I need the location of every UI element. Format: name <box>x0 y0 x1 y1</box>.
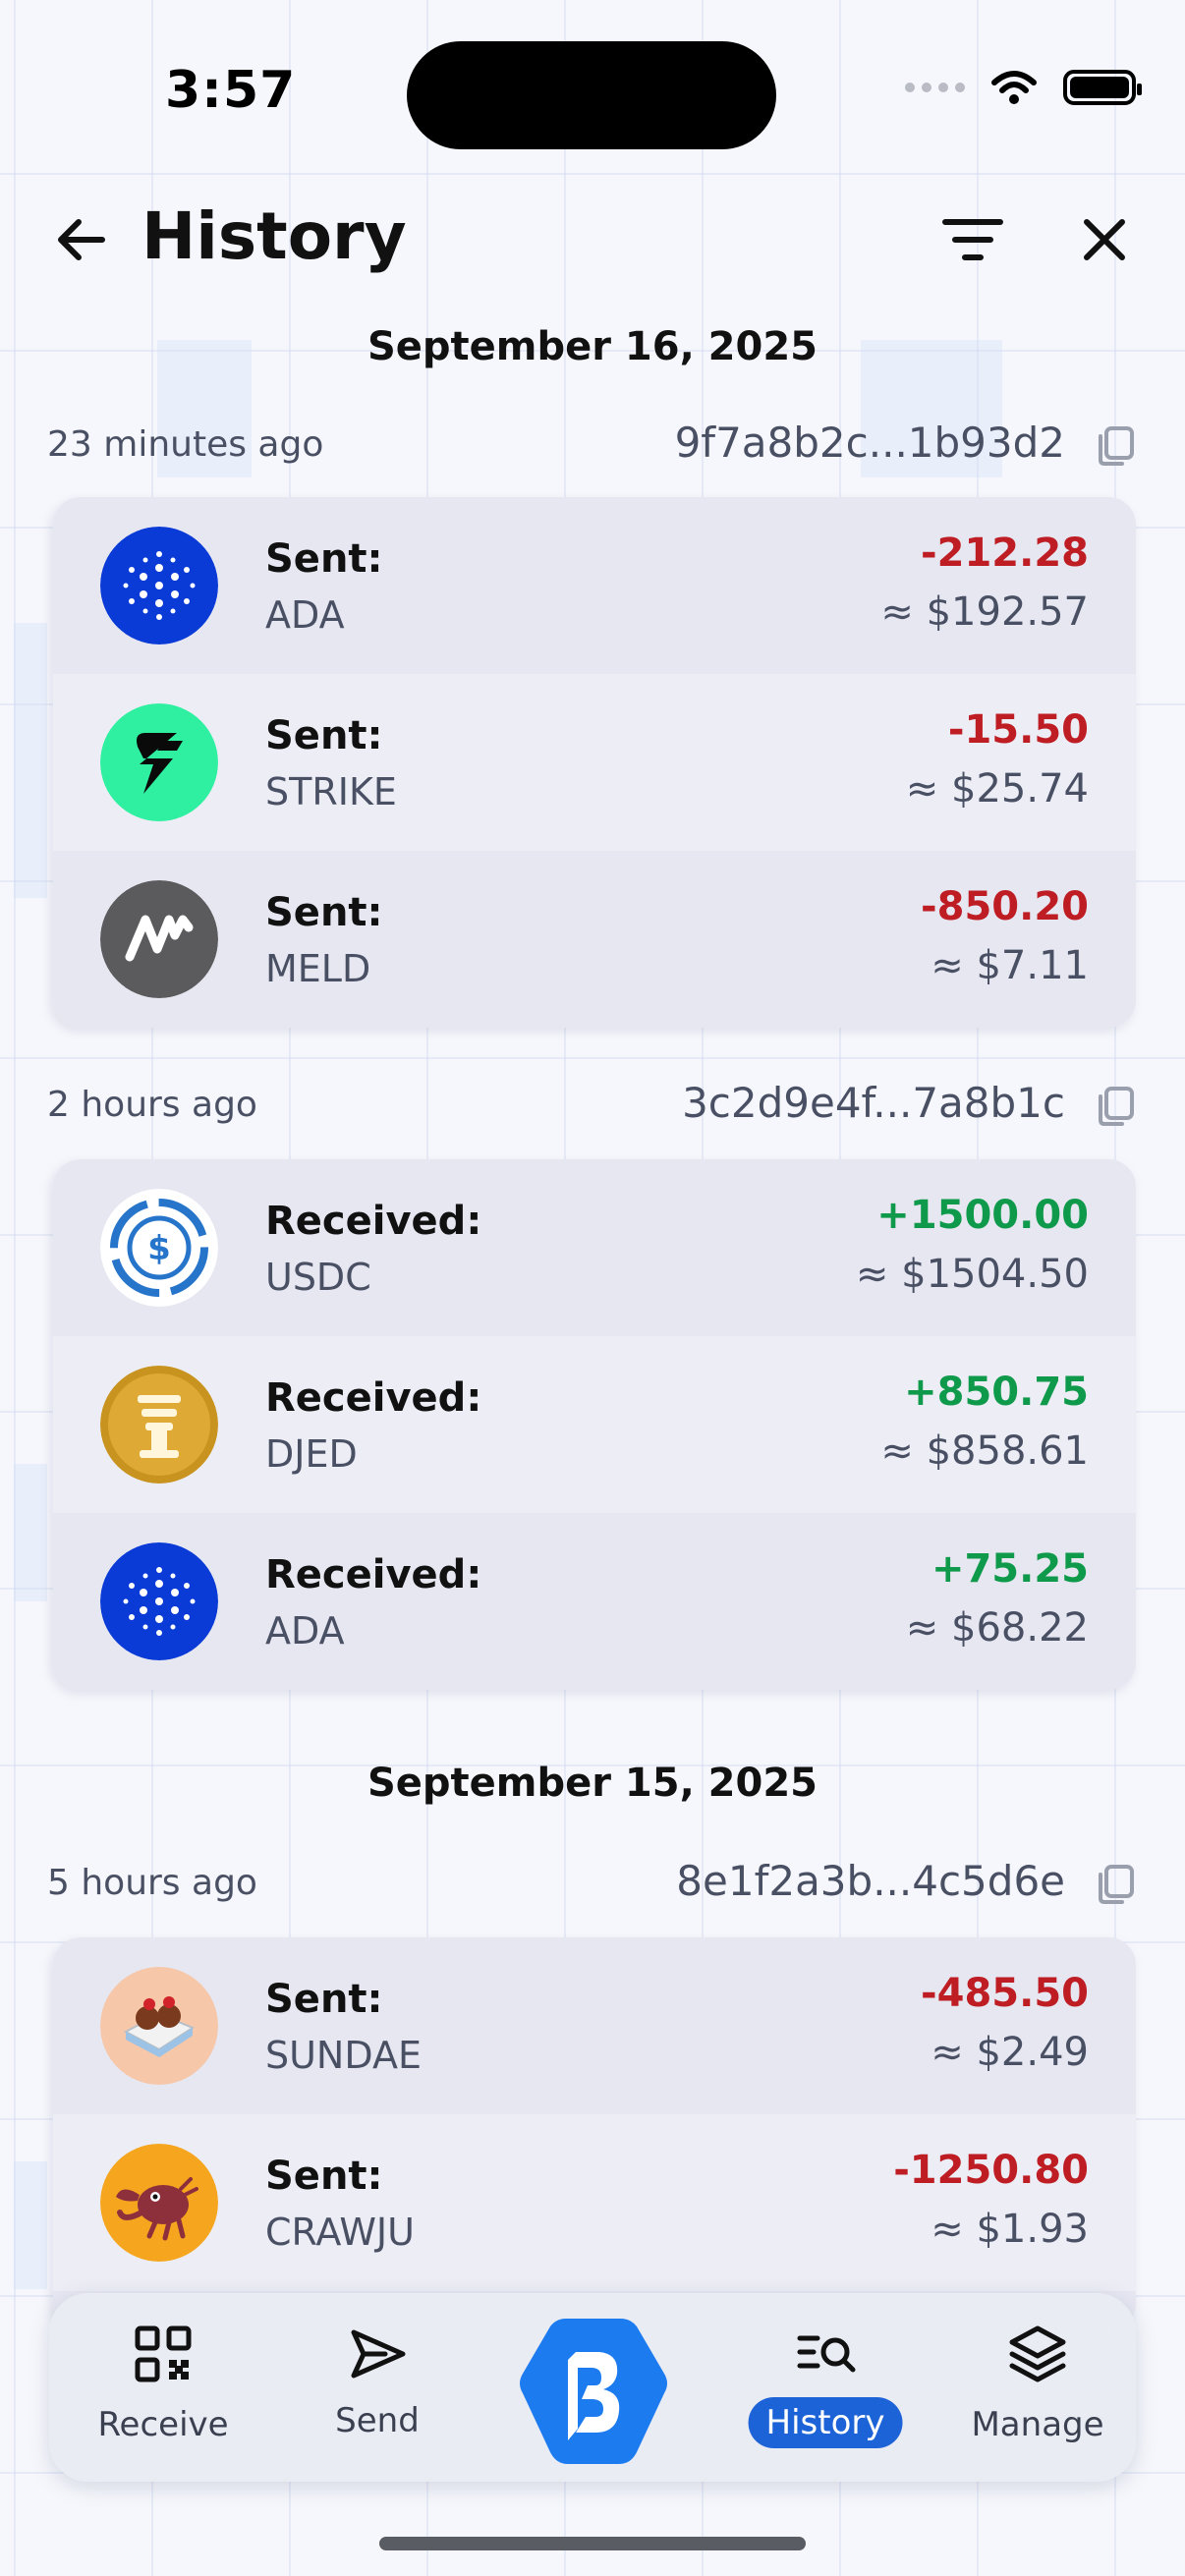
transaction-group-header: 23 minutes ago 9f7a8b2c...1b93d2 <box>0 417 1185 476</box>
time-ago: 23 minutes ago <box>47 424 324 465</box>
sundae-icon <box>100 1967 218 2085</box>
transaction-row[interactable]: Sent: SUNDAE -485.50 ≈ $2.49 <box>53 1937 1136 2114</box>
token-amount: +75.25 <box>931 1546 1089 1592</box>
transaction-hash[interactable]: 8e1f2a3b...4c5d6e <box>676 1857 1065 1905</box>
meld-icon <box>100 880 218 998</box>
nav-label-active: History <box>748 2397 903 2448</box>
time-ago: 2 hours ago <box>47 1085 257 1125</box>
token-symbol: MELD <box>265 947 371 990</box>
transaction-card: Sent: ADA -212.28 ≈ $192.57 Sent: STRIKE… <box>53 497 1136 1028</box>
transaction-card: Sent: SUNDAE -485.50 ≈ $2.49 Sent: CRAWJ… <box>53 1937 1136 2330</box>
transaction-hash[interactable]: 3c2d9e4f...7a8b1c <box>682 1079 1065 1127</box>
transaction-type: Sent: <box>265 890 383 935</box>
copy-icon[interactable] <box>1095 424 1136 468</box>
cardano-icon <box>100 1542 218 1660</box>
djed-icon <box>100 1366 218 1484</box>
nav-label: Manage <box>971 2405 1104 2444</box>
transaction-group-header: 5 hours ago 8e1f2a3b...4c5d6e <box>0 1855 1185 1914</box>
wifi-icon <box>991 71 1037 104</box>
filter-icon[interactable] <box>939 210 1006 269</box>
transaction-row[interactable]: $ Received: USDC +1500.00 ≈ $1504.50 <box>53 1159 1136 1336</box>
token-symbol: ADA <box>265 593 345 637</box>
crawju-icon <box>100 2144 218 2262</box>
fiat-value: ≈ $858.61 <box>880 1428 1089 1474</box>
transaction-type: Received: <box>265 1199 482 1244</box>
transaction-type: Sent: <box>265 536 383 582</box>
transaction-type: Sent: <box>265 1977 383 2022</box>
strike-icon <box>100 703 218 821</box>
date-heading: September 15, 2025 <box>367 1761 818 1806</box>
fiat-value: ≈ $68.22 <box>905 1605 1089 1651</box>
background-block <box>14 623 47 898</box>
transaction-card: $ Received: USDC +1500.00 ≈ $1504.50 Rec… <box>53 1159 1136 1690</box>
qr-code-icon <box>135 2325 192 2382</box>
bottom-navigation: Receive Send History Manage <box>49 2293 1136 2482</box>
copy-icon[interactable] <box>1095 1863 1136 1906</box>
transaction-type: Sent: <box>265 2154 383 2199</box>
token-symbol: ADA <box>265 1609 345 1652</box>
brand-logo-button[interactable] <box>517 2313 670 2470</box>
fiat-value: ≈ $2.49 <box>931 2030 1089 2075</box>
transaction-type: Received: <box>265 1375 482 1421</box>
svg-text:$: $ <box>147 1229 171 1268</box>
transaction-row[interactable]: Received: DJED +850.75 ≈ $858.61 <box>53 1336 1136 1513</box>
fiat-value: ≈ $25.74 <box>905 766 1089 812</box>
transaction-type: Received: <box>265 1552 482 1597</box>
token-amount: -15.50 <box>947 707 1089 753</box>
nav-send[interactable]: Send <box>279 2293 476 2482</box>
cardano-icon <box>100 527 218 644</box>
nav-history[interactable]: History <box>727 2293 924 2482</box>
fiat-value: ≈ $1504.50 <box>855 1252 1089 1297</box>
token-amount: -1250.80 <box>893 2148 1089 2193</box>
token-amount: +1500.00 <box>876 1193 1089 1238</box>
dynamic-island <box>407 41 776 149</box>
fiat-value: ≈ $7.11 <box>931 943 1089 988</box>
transaction-row[interactable]: Sent: ADA -212.28 ≈ $192.57 <box>53 497 1136 674</box>
fiat-value: ≈ $192.57 <box>880 589 1089 635</box>
page-title: History <box>141 198 407 274</box>
nav-label: Send <box>335 2401 420 2440</box>
token-amount: -850.20 <box>921 884 1089 929</box>
background-block <box>14 1464 47 1601</box>
close-icon[interactable] <box>1073 208 1136 271</box>
nav-manage[interactable]: Manage <box>939 2293 1136 2482</box>
time-ago: 5 hours ago <box>47 1863 257 1903</box>
history-search-icon <box>797 2335 856 2373</box>
copy-icon[interactable] <box>1095 1085 1136 1128</box>
date-heading: September 16, 2025 <box>367 324 818 369</box>
token-amount: -212.28 <box>921 531 1089 576</box>
token-symbol: STRIKE <box>265 770 397 813</box>
header: History <box>0 177 1185 295</box>
token-symbol: USDC <box>265 1256 371 1299</box>
fiat-value: ≈ $1.93 <box>931 2207 1089 2252</box>
cellular-signal-icon <box>905 83 965 92</box>
transaction-hash[interactable]: 9f7a8b2c...1b93d2 <box>675 419 1065 467</box>
token-amount: -485.50 <box>921 1971 1089 2016</box>
transaction-group-header: 2 hours ago 3c2d9e4f...7a8b1c <box>0 1077 1185 1136</box>
battery-icon <box>1063 70 1142 105</box>
token-amount: +850.75 <box>904 1370 1089 1415</box>
home-indicator <box>379 2537 806 2550</box>
status-time: 3:57 <box>165 61 297 120</box>
usdc-icon: $ <box>100 1189 218 1307</box>
layers-icon <box>1009 2325 1066 2382</box>
token-symbol: DJED <box>265 1432 358 1476</box>
send-icon <box>351 2329 406 2379</box>
back-arrow-icon[interactable] <box>51 208 114 271</box>
transaction-row[interactable]: Sent: CRAWJU -1250.80 ≈ $1.93 <box>53 2114 1136 2291</box>
token-symbol: SUNDAE <box>265 2034 422 2077</box>
token-symbol: CRAWJU <box>265 2211 415 2254</box>
nav-receive[interactable]: Receive <box>65 2293 261 2482</box>
transaction-row[interactable]: Received: ADA +75.25 ≈ $68.22 <box>53 1513 1136 1690</box>
background-block <box>14 2161 47 2289</box>
status-indicators <box>905 69 1142 106</box>
transaction-type: Sent: <box>265 713 383 758</box>
nav-label: Receive <box>97 2405 229 2444</box>
transaction-row[interactable]: Sent: MELD -850.20 ≈ $7.11 <box>53 851 1136 1028</box>
transaction-row[interactable]: Sent: STRIKE -15.50 ≈ $25.74 <box>53 674 1136 851</box>
